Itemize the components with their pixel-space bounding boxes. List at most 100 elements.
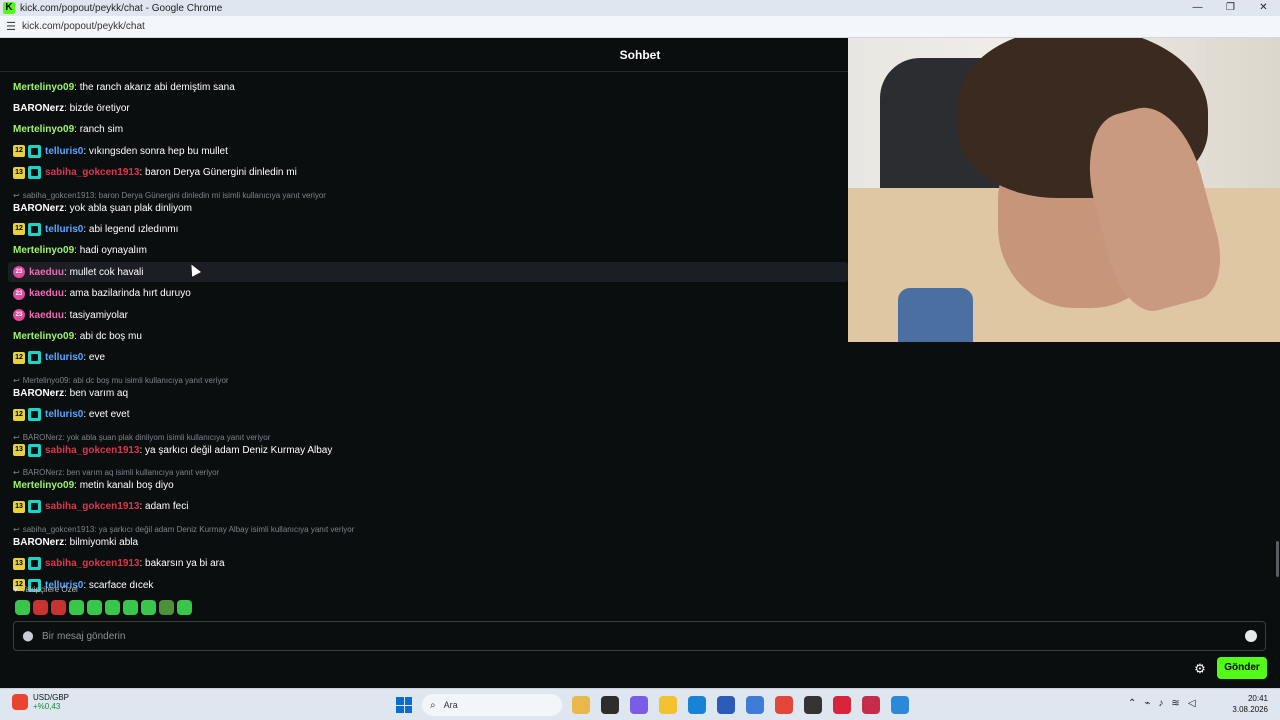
record-app-icon[interactable] (833, 696, 851, 714)
chat-message[interactable]: 23 kaeduu: tasiyamiyolar (8, 305, 848, 325)
emote-icon[interactable] (177, 600, 192, 615)
chat-username[interactable]: kaeduu (29, 267, 64, 278)
volume-icon[interactable]: ◁ (1188, 698, 1196, 709)
chat-message-text: : bizde öretiyor (64, 102, 130, 114)
emote-icon[interactable] (105, 600, 120, 615)
sub-gifter-badge-icon (28, 443, 41, 457)
emote-icon[interactable] (69, 600, 84, 615)
chat-username[interactable]: kaeduu (29, 310, 64, 321)
chat-message[interactable]: BARONerz: bilmiyomki abla (8, 532, 848, 552)
clock[interactable]: 20:41 3.08.2026 (1232, 693, 1268, 715)
chat-message[interactable]: Mertelinyo09: hadi oynayalım (8, 241, 848, 261)
chevron-up-icon[interactable]: ⌃ (1128, 698, 1136, 709)
chat-message[interactable]: 12 telluris0: vıkıngsden sonra hep bu mul… (8, 141, 848, 161)
microphone-icon[interactable]: ♪ (1158, 698, 1163, 709)
settings-icon[interactable]: ⚙ (1193, 662, 1207, 676)
taskbar: USD/GBP +%0,43 ⌕ Ara ⌃ ⌁ ♪ ≋ ◁ 20:41 3.0… (0, 688, 1280, 720)
sub-gifter-badge-icon (28, 351, 41, 365)
taskbar-search[interactable]: ⌕ Ara (422, 694, 562, 716)
app-icon[interactable] (891, 696, 909, 714)
chat-username[interactable]: sabiha_gokcen1913 (45, 167, 140, 178)
file-explorer-icon[interactable] (659, 696, 677, 714)
chat-message[interactable]: 23 kaeduu: ama bazilarinda hırt duruyo (8, 284, 848, 304)
chat-message[interactable]: 23 kaeduu: mullet cok havali (8, 262, 848, 283)
windows-start-icon[interactable] (396, 697, 412, 713)
emote-icon[interactable] (87, 600, 102, 615)
valorant-icon[interactable] (862, 696, 880, 714)
chat-message[interactable]: Mertelinyo09: ranch sim (8, 120, 848, 140)
chat-username[interactable]: BARONerz (13, 203, 64, 214)
chat-message[interactable]: 13 sabiha_gokcen1913: ya şarkıcı değil ad… (8, 440, 848, 460)
chat-username[interactable]: sabiha_gokcen1913 (45, 501, 140, 512)
chat-username[interactable]: telluris0 (45, 146, 83, 157)
chat-username[interactable]: telluris0 (45, 409, 83, 420)
emote-bar (15, 600, 192, 615)
chat-username[interactable]: Mertelinyo09 (13, 331, 74, 342)
chat-message[interactable]: 12 telluris0: evet evet (8, 405, 848, 425)
kick-favicon-icon: K (3, 2, 15, 14)
chat-message[interactable]: BARONerz: bizde öretiyor (8, 98, 848, 118)
emote-icon[interactable] (159, 600, 174, 615)
emote-icon[interactable] (141, 600, 156, 615)
address-bar[interactable]: ☰ kick.com/popout/peykk/chat (0, 16, 1280, 38)
window-title: kick.com/popout/peykk/chat - Google Chro… (20, 2, 223, 14)
chat-username[interactable]: BARONerz (13, 103, 64, 114)
chat-message[interactable]: Mertelinyo09: metin kanalı boş diyo (8, 475, 848, 495)
chat-message-text: : tasiyamiyolar (64, 309, 128, 321)
minimize-icon[interactable]: — (1181, 0, 1214, 16)
copilot-icon[interactable] (630, 696, 648, 714)
wifi-icon[interactable]: ≋ (1171, 698, 1179, 709)
emote-icon[interactable] (33, 600, 48, 615)
scrollbar[interactable] (1276, 541, 1279, 577)
chat-username[interactable]: kaeduu (29, 288, 64, 299)
message-input[interactable]: ⬤ Bir mesaj gönderin (13, 621, 1266, 651)
subscriber-month-badge: 12 (13, 351, 25, 364)
shield-icon: ⬤ (22, 630, 34, 642)
outlook-icon[interactable] (746, 696, 764, 714)
chat-username[interactable]: Mertelinyo09 (13, 82, 74, 93)
restore-icon[interactable]: ❐ (1214, 0, 1247, 16)
send-button[interactable]: Gönder (1217, 657, 1267, 679)
chat-message-text: : yok abla şuan plak dinliyom (64, 202, 192, 214)
chat-username[interactable]: Mertelinyo09 (13, 124, 74, 135)
close-icon[interactable]: ✕ (1247, 0, 1280, 16)
chat-username[interactable]: BARONerz (13, 388, 64, 399)
stock-widget[interactable]: USD/GBP +%0,43 (12, 693, 69, 711)
chat-username[interactable]: BARONerz (13, 537, 64, 548)
chat-username[interactable]: telluris0 (45, 352, 83, 363)
emoji-picker-icon[interactable] (1245, 630, 1257, 642)
task-view-icon[interactable] (601, 696, 619, 714)
chat-message[interactable]: 13 sabiha_gokcen1913: adam feci (8, 497, 848, 517)
subscriber-month-badge: 12 (13, 223, 25, 236)
emote-icon[interactable] (51, 600, 66, 615)
chat-username[interactable]: telluris0 (45, 224, 83, 235)
chat-message[interactable]: Mertelinyo09: the ranch akarız abi demiş… (8, 77, 848, 97)
url-text[interactable]: kick.com/popout/peykk/chat (22, 21, 145, 32)
chat-message[interactable]: 12 telluris0: scarface dıcek (8, 575, 848, 595)
chat-username[interactable]: Mertelinyo09 (13, 245, 74, 256)
obs-icon[interactable] (804, 696, 822, 714)
chat-message[interactable]: 12 telluris0: abi legend ızledınmı (8, 219, 848, 239)
sub-gifter-badge-icon (28, 166, 41, 180)
chat-message[interactable]: BARONerz: ben varım aq (8, 383, 848, 403)
chat-username[interactable]: Mertelinyo09 (13, 480, 74, 491)
chat-message[interactable]: BARONerz: yok abla şuan plak dinliyom (8, 198, 848, 218)
chat-username[interactable]: sabiha_gokcen1913 (45, 445, 140, 456)
store-icon[interactable] (717, 696, 735, 714)
site-settings-icon[interactable]: ☰ (0, 20, 22, 33)
emote-icon[interactable] (123, 600, 138, 615)
network-icon[interactable]: ⌁ (1144, 698, 1150, 709)
chat-message[interactable]: 12 telluris0: eve (8, 348, 848, 368)
chat-message[interactable]: Mertelinyo09: abi dc boş mu (8, 326, 848, 346)
chat-message-text: : bilmiyomki abla (64, 536, 139, 548)
chat-message-text: : baron Derya Günergini dinledin mi (139, 167, 297, 179)
message-input-placeholder[interactable]: Bir mesaj gönderin (42, 631, 125, 642)
chrome-icon[interactable] (775, 696, 793, 714)
chat-message[interactable]: 13 sabiha_gokcen1913: baron Derya Günergi… (8, 163, 848, 183)
chat-message[interactable]: 13 sabiha_gokcen1913: bakarsın ya bi ara (8, 554, 848, 574)
emote-icon[interactable] (15, 600, 30, 615)
clock-time: 20:41 (1247, 694, 1268, 703)
edge-icon[interactable] (688, 696, 706, 714)
chat-username[interactable]: sabiha_gokcen1913 (45, 558, 140, 569)
widgets-app-icon[interactable] (572, 696, 590, 714)
